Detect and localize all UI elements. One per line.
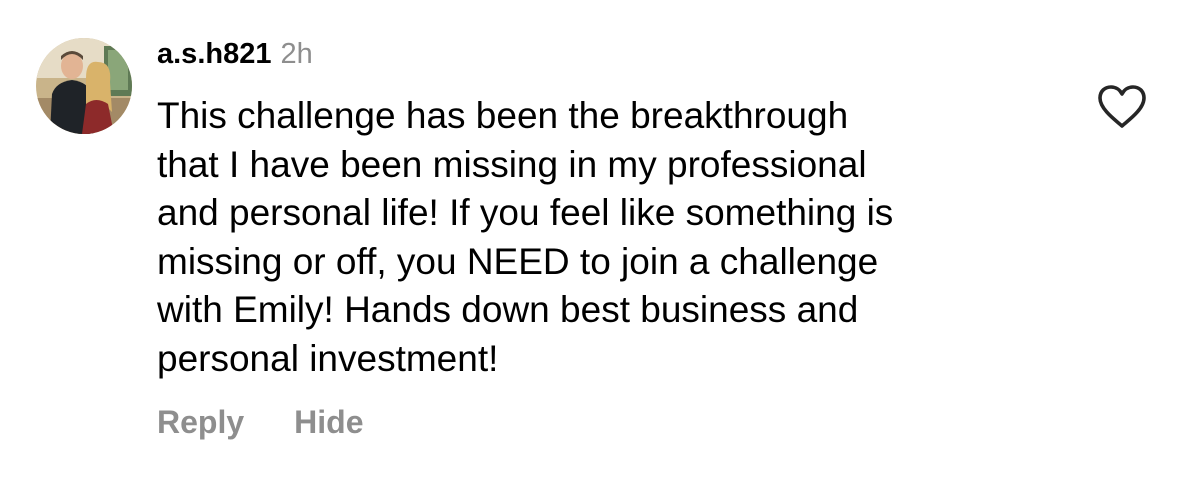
timestamp: 2h <box>280 38 313 70</box>
username[interactable]: a.s.h821 <box>157 38 271 71</box>
reply-button[interactable]: Reply <box>157 404 244 441</box>
comment-text: This challenge has been the breakthrough… <box>157 95 894 379</box>
comment-meta: a.s.h821 2h <box>157 38 313 82</box>
hide-button[interactable]: Hide <box>294 404 363 441</box>
heart-outline-icon <box>1098 85 1146 128</box>
avatar[interactable] <box>36 38 132 134</box>
like-button[interactable] <box>1096 84 1148 130</box>
comment-actions: Reply Hide <box>157 404 363 441</box>
comment-item: a.s.h821 2h This challenge has been the … <box>0 0 1202 497</box>
user-avatar-photo-icon <box>36 38 132 134</box>
